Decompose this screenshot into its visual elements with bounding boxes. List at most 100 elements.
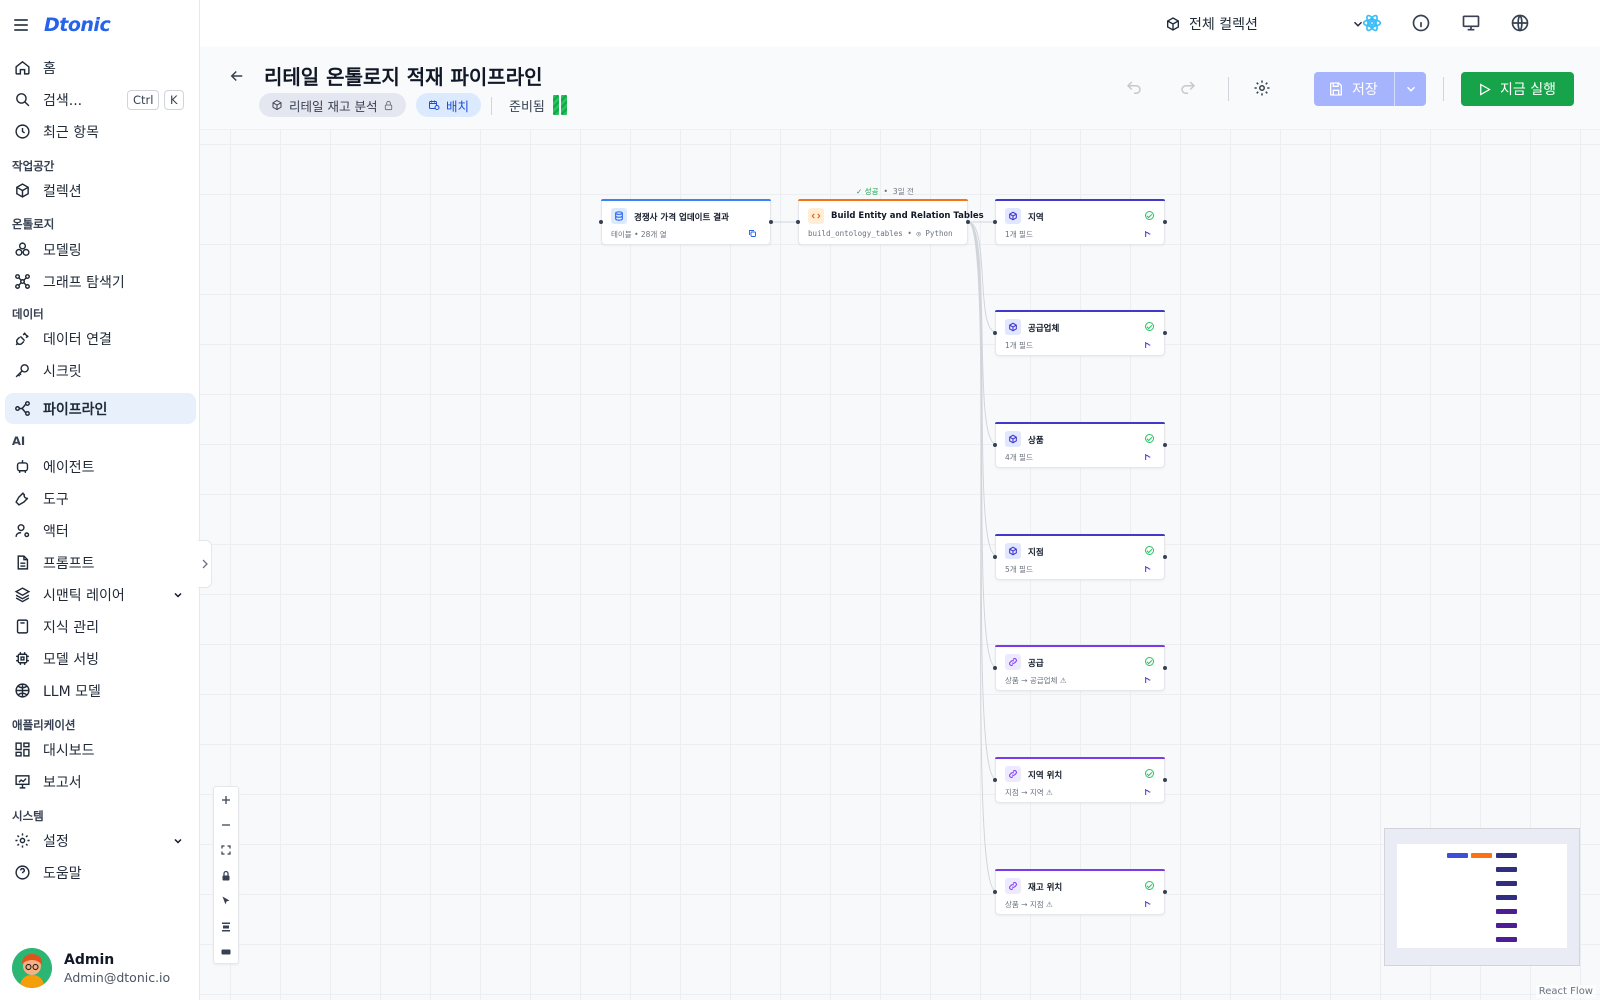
sidebar-item-knowledge[interactable]: 지식 관리	[5, 611, 196, 642]
sidebar-item-label: 액터	[43, 523, 69, 540]
source-node[interactable]: 경쟁사 가격 업데이트 결과 테이블 • 28개 열	[599, 199, 773, 245]
pipeline-canvas[interactable]: ✓ 성공 • 3일 전 경쟁사 가격 업데이트 결과 테이블 • 28개 열 B…	[200, 130, 1600, 1000]
node-handle[interactable]	[993, 331, 997, 335]
flow-icon[interactable]	[1144, 453, 1152, 461]
globe-icon[interactable]	[1510, 13, 1530, 33]
flow-icon[interactable]	[1144, 341, 1152, 349]
lock-button[interactable]	[214, 863, 238, 888]
flow-icon[interactable]	[1144, 565, 1152, 573]
collection-chip[interactable]: 리테일 재고 분석	[259, 93, 407, 117]
output-node[interactable]: 지점 5개 필드	[993, 534, 1167, 580]
chevron-down-icon[interactable]	[172, 589, 184, 601]
node-handle[interactable]	[1163, 778, 1167, 782]
zoom-out-button[interactable]	[214, 812, 238, 837]
react-flow-attribution[interactable]: React Flow	[1535, 985, 1596, 998]
node-subtitle: 1개 필드	[1005, 341, 1033, 350]
section-applications: 애플리케이션	[12, 718, 76, 732]
flow-icon[interactable]	[1144, 788, 1152, 796]
mode-chip[interactable]: 배치	[416, 93, 482, 117]
redo-icon[interactable]	[1179, 79, 1197, 97]
react-icon[interactable]	[1362, 13, 1382, 33]
flow-icon[interactable]	[1144, 676, 1152, 684]
node-handle[interactable]	[1163, 443, 1167, 447]
node-handle[interactable]	[769, 220, 773, 224]
chevron-down-icon[interactable]	[172, 835, 184, 847]
save-options-toggle[interactable]	[1394, 72, 1426, 106]
minimap[interactable]	[1384, 828, 1580, 966]
sidebar-item-label: 설정	[43, 833, 69, 850]
undo-icon[interactable]	[1125, 79, 1143, 97]
sidebar-item-home[interactable]: 홈	[5, 52, 196, 83]
pointer-icon	[222, 896, 230, 905]
save-button[interactable]: 저장	[1314, 72, 1426, 106]
sidebar-item-prompt[interactable]: 프롬프트	[5, 547, 196, 578]
sidebar-item-data-connection[interactable]: 데이터 연결	[5, 323, 196, 354]
shapes-icon	[15, 242, 30, 256]
sidebar-item-modeling[interactable]: 모델링	[5, 234, 196, 265]
settings-gear-icon[interactable]	[1253, 79, 1271, 97]
monitor-icon[interactable]	[1461, 13, 1481, 33]
node-title: 공급업체	[1028, 324, 1060, 334]
minimap-toggle-button[interactable]	[214, 939, 238, 964]
node-handle[interactable]	[1163, 220, 1167, 224]
output-node[interactable]: 지역 1개 필드	[993, 199, 1167, 245]
node-handle[interactable]	[993, 778, 997, 782]
sidebar-item-secret[interactable]: 시크릿	[5, 355, 196, 386]
node-handle[interactable]	[993, 890, 997, 894]
node-handle[interactable]	[993, 443, 997, 447]
sidebar-item-recent[interactable]: 최근 항목	[5, 116, 196, 147]
sidebar-item-label: 검색...	[43, 92, 83, 109]
minus-icon	[222, 824, 230, 826]
run-status-dot: •	[883, 187, 888, 196]
sidebar-item-report[interactable]: 보고서	[5, 766, 196, 797]
select-mode-button[interactable]	[214, 889, 238, 914]
node-handle[interactable]	[599, 220, 603, 224]
user-profile[interactable]: Admin Admin@dtonic.io	[12, 948, 170, 988]
collection-select[interactable]: 전체 컬렉션	[1165, 10, 1365, 38]
sidebar-item-search[interactable]: 검색... Ctrl K	[5, 84, 196, 115]
divider	[1228, 77, 1229, 101]
output-node[interactable]: 공급 상품 → 공급업체 ⚠	[993, 645, 1167, 691]
node-handle[interactable]	[993, 555, 997, 559]
output-node[interactable]: 재고 위치 상품 → 지점 ⚠	[993, 869, 1167, 915]
sidebar-item-model-serving[interactable]: 모델 서빙	[5, 643, 196, 674]
app-logo[interactable]: Dtonic	[44, 14, 111, 36]
zoom-in-button[interactable]	[214, 787, 238, 812]
menu-icon[interactable]	[14, 19, 28, 31]
sidebar-item-help[interactable]: 도움말	[5, 857, 196, 888]
node-handle[interactable]	[1163, 890, 1167, 894]
sidebar-item-dashboard[interactable]: 대시보드	[5, 734, 196, 765]
align-button[interactable]	[214, 914, 238, 939]
transform-node[interactable]: Build Entity and Relation Tables build_o…	[796, 199, 984, 245]
sidebar-item-llm-model[interactable]: LLM 모델	[5, 675, 196, 706]
back-arrow-icon[interactable]	[228, 67, 246, 85]
copy-icon[interactable]	[748, 229, 757, 238]
output-node[interactable]: 상품 4개 필드	[993, 422, 1167, 468]
sidebar-item-semantic-layer[interactable]: 시맨틱 레이어	[5, 579, 196, 610]
sidebar-item-settings[interactable]: 설정	[5, 825, 196, 856]
node-handle[interactable]	[1163, 555, 1167, 559]
sidebar-item-pipeline[interactable]: 파이프라인	[5, 393, 196, 424]
run-now-button[interactable]: 지금 실행	[1461, 72, 1574, 106]
sidebar-item-agent[interactable]: 에이전트	[5, 451, 196, 482]
save-main[interactable]: 저장	[1314, 72, 1394, 106]
node-handle[interactable]	[1163, 331, 1167, 335]
flow-icon[interactable]	[1144, 230, 1152, 238]
node-handle[interactable]	[1163, 666, 1167, 670]
sidebar-item-collection[interactable]: 컬렉션	[5, 175, 196, 206]
node-handle[interactable]	[966, 220, 970, 224]
node-handle[interactable]	[993, 220, 997, 224]
info-icon[interactable]	[1411, 13, 1431, 33]
node-handle[interactable]	[796, 220, 800, 224]
output-node[interactable]: 공급업체 1개 필드	[993, 310, 1167, 356]
sidebar-collapse-toggle[interactable]	[198, 540, 212, 588]
sidebar-item-actor[interactable]: 액터	[5, 515, 196, 546]
sidebar-item-tool[interactable]: 도구	[5, 483, 196, 514]
fit-view-button[interactable]	[214, 838, 238, 863]
output-node[interactable]: 지역 위치 지점 → 지역 ⚠	[993, 757, 1167, 803]
sidebar-item-graph-explorer[interactable]: 그래프 탐색기	[5, 266, 196, 297]
cube-icon	[1005, 543, 1021, 559]
node-handle[interactable]	[993, 666, 997, 670]
flow-icon[interactable]	[1144, 900, 1152, 908]
minimap-node	[1496, 909, 1517, 914]
